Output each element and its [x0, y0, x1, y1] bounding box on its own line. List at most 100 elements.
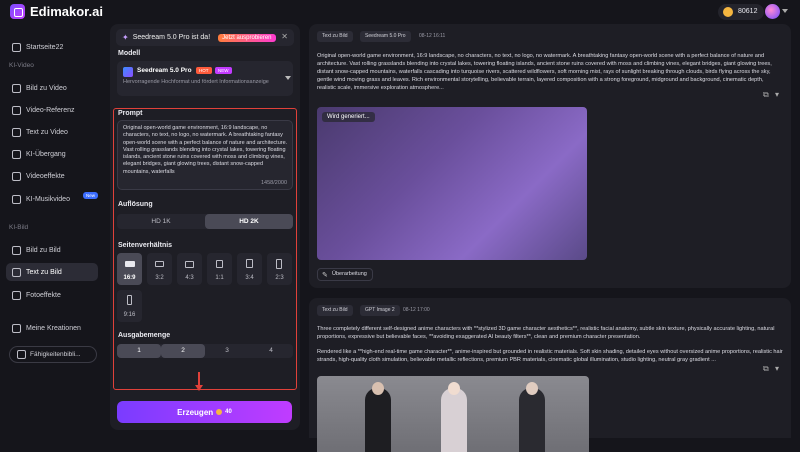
app-title[interactable]: Edimakor.ai	[30, 4, 103, 19]
resolution-option-1k[interactable]: HD 1K	[117, 214, 205, 229]
count-option-3[interactable]: 3	[205, 344, 249, 358]
sidebar-item-image-to-video[interactable]: Bild zu Video	[6, 79, 98, 97]
card-timestamp: 08-12 16:11	[419, 33, 446, 39]
coin-icon	[216, 409, 223, 415]
result-card-2: Text zu Bild GPT Image 2 08-12 17:00 Thr…	[309, 298, 791, 452]
ratio-option-2-3[interactable]: 2:3	[267, 253, 292, 285]
home-icon	[12, 42, 21, 52]
generating-status: Wird generiert...	[322, 112, 375, 122]
card-type-chip: Text zu Bild	[317, 31, 353, 42]
text-image-icon	[12, 267, 21, 277]
section-label-image: KI-Bild	[9, 224, 29, 231]
credits-value: 80612	[738, 8, 758, 15]
sidebar-item-home[interactable]: Startseite22	[6, 38, 98, 56]
sidebar-item-music-video[interactable]: KI-Musikvideo New	[6, 190, 99, 208]
chevron-down-icon[interactable]	[782, 9, 788, 13]
model-select[interactable]: Seedream 5.0 Pro HOT NEW Hervorragende H…	[117, 61, 293, 96]
copy-icon[interactable]: ⧉	[763, 364, 769, 374]
ratio-option-3-2[interactable]: 3:2	[147, 253, 172, 285]
resolution-label: Auflösung	[118, 201, 153, 208]
promo-banner: ✦ Seedream 5.0 Pro ist da! Jetzt ausprob…	[116, 29, 294, 46]
generate-button[interactable]: Erzeugen 40	[117, 401, 292, 423]
ratio-1-1-icon	[216, 260, 223, 268]
sidebar-item-text-to-video[interactable]: Text zu Video	[6, 123, 98, 141]
sidebar-item-transition[interactable]: KI-Übergang	[6, 145, 98, 163]
count-option-4[interactable]: 4	[249, 344, 293, 358]
skills-library-button[interactable]: Fähigkeitenbibli...	[9, 346, 97, 363]
top-bar: Edimakor.ai 80612	[0, 0, 800, 24]
music-video-icon	[12, 194, 21, 204]
model-name: Seedream 5.0 Pro	[137, 67, 192, 74]
section-label-video: KI-Video	[9, 62, 34, 69]
generate-cost: 40	[225, 409, 232, 415]
sidebar-item-image-to-image[interactable]: Bild zu Bild	[6, 241, 98, 259]
generation-panel: ✦ Seedream 5.0 Pro ist da! Jetzt ausprob…	[110, 24, 300, 430]
card-type-chip: Text zu Bild	[317, 305, 353, 316]
annotation-arrow	[195, 372, 203, 391]
chevron-down-icon[interactable]: ▾	[775, 90, 779, 99]
app-logo-icon[interactable]	[10, 4, 25, 19]
character-head-3	[526, 382, 538, 395]
photo-effects-icon	[12, 290, 21, 300]
output-count-label: Ausgabemenge	[118, 332, 171, 339]
promo-try-button[interactable]: Jetzt ausprobieren	[218, 33, 276, 42]
image-image-icon	[12, 245, 21, 255]
card-prompt-text: Three completely different self-designed…	[317, 326, 775, 340]
credits-balance[interactable]: 80612	[718, 4, 765, 20]
resolution-toggle: HD 1K HD 2K	[117, 214, 293, 229]
folder-icon	[12, 323, 21, 333]
edit-button[interactable]: ✎ Überarbeitung	[317, 268, 373, 281]
character-figure-1	[365, 388, 391, 452]
coin-icon	[723, 7, 733, 17]
sidebar: Startseite22 KI-Video Bild zu Video Vide…	[0, 24, 103, 452]
ratio-option-9-16[interactable]: 9:16	[117, 290, 142, 322]
user-avatar[interactable]	[765, 4, 780, 19]
ratio-3-2-icon	[155, 261, 164, 267]
chevron-down-icon[interactable]: ▾	[775, 364, 779, 373]
card-model-chip: Seedream 5.0 Pro	[360, 31, 411, 42]
result-card-1: Text zu Bild Seedream 5.0 Pro 08-12 16:1…	[309, 24, 791, 288]
resolution-option-2k[interactable]: HD 2K	[205, 214, 293, 229]
aspect-ratio-label: Seitenverhältnis	[118, 242, 173, 249]
transition-icon	[12, 149, 21, 159]
sidebar-item-video-effects[interactable]: Videoeffekte	[6, 167, 98, 185]
sidebar-item-my-creations[interactable]: Meine Kreationen	[6, 319, 98, 337]
ratio-4-3-icon	[185, 261, 194, 268]
sparkle-icon: ✦	[122, 33, 129, 42]
library-icon	[17, 350, 26, 359]
sidebar-item-video-reference[interactable]: Video-Referenz	[6, 101, 98, 119]
generate-label: Erzeugen	[177, 407, 214, 417]
count-option-1[interactable]: 1	[117, 344, 161, 358]
card-prompt-text-2: Rendered like a **high-end real-time gam…	[317, 349, 783, 363]
copy-icon[interactable]: ⧉	[763, 90, 769, 100]
character-head-2	[448, 382, 460, 395]
ratio-option-3-4[interactable]: 3:4	[237, 253, 262, 285]
pencil-icon: ✎	[322, 272, 328, 279]
ratio-option-16-9[interactable]: 16:9	[117, 253, 142, 285]
card-model-chip: GPT Image 2	[360, 305, 400, 316]
close-icon[interactable]: ✕	[281, 32, 288, 41]
character-figure-2	[441, 388, 467, 452]
card-prompt-text: Original open-world game environment, 16…	[317, 53, 772, 91]
prompt-input[interactable]: Original open-world game environment, 16…	[117, 120, 293, 190]
ratio-option-1-1[interactable]: 1:1	[207, 253, 232, 285]
video-reference-icon	[12, 105, 21, 115]
model-description: Hervorragende Hochformat und fördert Inf…	[123, 79, 269, 85]
sidebar-item-text-to-image[interactable]: Text zu Bild	[6, 263, 98, 281]
promo-text: Seedream 5.0 Pro ist da!	[132, 34, 211, 41]
count-option-2[interactable]: 2	[161, 344, 205, 358]
prompt-label: Prompt	[118, 110, 143, 117]
hot-badge: HOT	[196, 67, 212, 74]
new-badge: NEW	[215, 67, 232, 74]
sidebar-item-photo-effects[interactable]: Fotoeffekte	[6, 286, 98, 304]
card-timestamp: 08-12 17:00	[403, 307, 430, 313]
character-figure-3	[519, 388, 545, 452]
ratio-16-9-icon	[125, 261, 135, 267]
prompt-char-count: 1458/2000	[261, 180, 287, 186]
character-image[interactable]	[317, 376, 589, 452]
ratio-option-4-3[interactable]: 4:3	[177, 253, 202, 285]
edit-label: Überarbeitung	[332, 271, 367, 277]
generating-preview: Wird generiert...	[317, 107, 587, 260]
ratio-9-16-icon	[127, 295, 132, 305]
text-video-icon	[12, 127, 21, 137]
